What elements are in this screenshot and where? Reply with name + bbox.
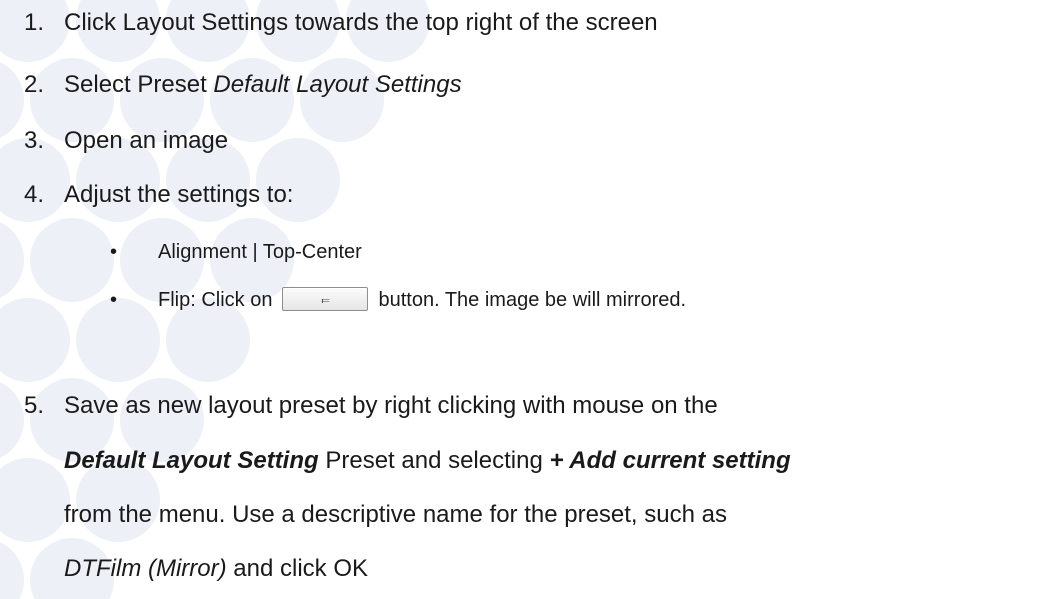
bullet-symbol: •: [110, 289, 118, 311]
menu-item-name: + Add current setting: [549, 447, 791, 474]
step-text: Click Layout Settings towards the top ri…: [64, 9, 658, 36]
step-5: 5. Save as new layout preset by right cli…: [24, 391, 718, 421]
step-text: Select Preset: [64, 71, 214, 98]
step-number: 1.: [24, 9, 45, 36]
step-text: Adjust the settings to:: [64, 181, 294, 208]
step-number: 4.: [24, 181, 45, 208]
preset-name: Default Layout Setting: [64, 447, 319, 474]
preset-name: Default Layout Settings: [213, 71, 462, 98]
step-text: and click OK: [226, 555, 368, 582]
example-preset-name: DTFilm (Mirror): [64, 555, 227, 582]
step-5-line-3: from the menu. Use a descriptive name fo…: [64, 500, 727, 530]
bullet-flip: • Flip: Click on ⫭ button. The image be wil…: [110, 286, 687, 313]
step-text: Save as new layout preset by right click…: [64, 392, 718, 419]
step-number: 5.: [24, 392, 45, 419]
step-3: 3. Open an image: [24, 126, 228, 156]
step-number: 3.: [24, 127, 45, 154]
step-5-line-2: Default Layout Setting Preset and select…: [64, 446, 791, 476]
bullet-alignment: • Alignment | Top-Center: [110, 239, 362, 265]
bullet-text: Flip: Click on: [158, 289, 273, 311]
step-1: 1. Click Layout Settings towards the top …: [24, 8, 658, 38]
step-4: 4. Adjust the settings to:: [24, 180, 293, 210]
step-text: from the menu. Use a descriptive name fo…: [64, 501, 727, 528]
step-text: Open an image: [64, 127, 229, 154]
bullet-text: button. The image be will mirrored.: [378, 289, 687, 311]
flip-horizontal-icon: ⫭: [321, 288, 330, 307]
bullet-text: Alignment | Top-Center: [158, 241, 362, 263]
flip-button[interactable]: ⫭: [282, 286, 369, 311]
step-number: 2.: [24, 71, 45, 98]
instruction-list: 1. Click Layout Settings towards the top …: [0, 0, 1039, 599]
step-2: 2. Select Preset Default Layout Settings: [24, 70, 462, 100]
bullet-symbol: •: [110, 241, 118, 263]
step-text: Preset and selecting: [318, 447, 550, 474]
step-5-line-4: DTFilm (Mirror) and click OK: [64, 554, 368, 584]
